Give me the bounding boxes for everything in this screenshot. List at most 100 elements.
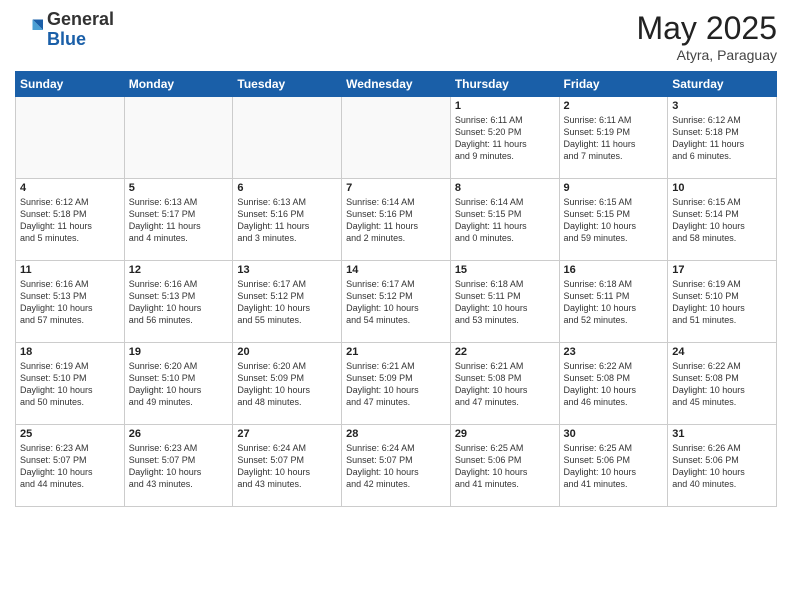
- table-row: 22 Sunrise: 6:21 AM Sunset: 5:08 PM Dayli…: [450, 343, 559, 425]
- cell-info: Sunrise: 6:19 AM Sunset: 5:10 PM Dayligh…: [672, 278, 772, 327]
- col-monday: Monday: [124, 72, 233, 97]
- cell-info: Sunrise: 6:13 AM Sunset: 5:17 PM Dayligh…: [129, 196, 229, 245]
- logo-text: General Blue: [47, 10, 114, 50]
- table-row: 2Sunrise: 6:11 AM Sunset: 5:19 PM Daylig…: [559, 97, 668, 179]
- table-row: 31 Sunrise: 6:26 AM Sunset: 5:06 PM Dayli…: [668, 425, 777, 507]
- table-row: 13 Sunrise: 6:17 AM Sunset: 5:12 PM Dayli…: [233, 261, 342, 343]
- logo-icon: [15, 16, 43, 44]
- table-row: [233, 97, 342, 179]
- col-friday: Friday: [559, 72, 668, 97]
- cell-info: Sunrise: 6:14 AM Sunset: 5:15 PM Dayligh…: [455, 196, 555, 245]
- table-row: 17 Sunrise: 6:19 AM Sunset: 5:10 PM Dayli…: [668, 261, 777, 343]
- day-number: 6: [237, 182, 337, 194]
- table-row: 16Sunrise: 6:18 AM Sunset: 5:11 PM Dayli…: [559, 261, 668, 343]
- day-number: 3: [672, 100, 772, 112]
- table-row: 29Sunrise: 6:25 AM Sunset: 5:06 PM Dayli…: [450, 425, 559, 507]
- cell-info: Sunrise: 6:17 AM Sunset: 5:12 PM Dayligh…: [346, 278, 446, 327]
- cell-info: Sunrise: 6:21 AM Sunset: 5:08 PM Dayligh…: [455, 360, 555, 409]
- table-row: 11 Sunrise: 6:16 AM Sunset: 5:13 PM Dayli…: [16, 261, 125, 343]
- day-number: 5: [129, 182, 229, 194]
- calendar-week-4: 18 Sunrise: 6:19 AM Sunset: 5:10 PM Dayli…: [16, 343, 777, 425]
- cell-info: Sunrise: 6:23 AM Sunset: 5:07 PM Dayligh…: [20, 442, 120, 491]
- day-number: 24: [672, 346, 772, 358]
- col-wednesday: Wednesday: [342, 72, 451, 97]
- day-number: 16: [564, 264, 664, 276]
- calendar-week-1: 1Sunrise: 6:11 AM Sunset: 5:20 PM Daylig…: [16, 97, 777, 179]
- table-row: 12 Sunrise: 6:16 AM Sunset: 5:13 PM Dayli…: [124, 261, 233, 343]
- cell-info: Sunrise: 6:12 AM Sunset: 5:18 PM Dayligh…: [20, 196, 120, 245]
- logo: General Blue: [15, 10, 114, 50]
- day-number: 4: [20, 182, 120, 194]
- table-row: 24 Sunrise: 6:22 AM Sunset: 5:08 PM Dayli…: [668, 343, 777, 425]
- day-number: 17: [672, 264, 772, 276]
- cell-info: Sunrise: 6:25 AM Sunset: 5:06 PM Dayligh…: [455, 442, 555, 491]
- cell-info: Sunrise: 6:14 AM Sunset: 5:16 PM Dayligh…: [346, 196, 446, 245]
- table-row: 8 Sunrise: 6:14 AM Sunset: 5:15 PM Daylig…: [450, 179, 559, 261]
- day-number: 18: [20, 346, 120, 358]
- day-number: 2: [564, 100, 664, 112]
- cell-info: Sunrise: 6:16 AM Sunset: 5:13 PM Dayligh…: [20, 278, 120, 327]
- cell-info: Sunrise: 6:22 AM Sunset: 5:08 PM Dayligh…: [672, 360, 772, 409]
- cell-info: Sunrise: 6:16 AM Sunset: 5:13 PM Dayligh…: [129, 278, 229, 327]
- calendar-week-5: 25 Sunrise: 6:23 AM Sunset: 5:07 PM Dayli…: [16, 425, 777, 507]
- day-number: 31: [672, 428, 772, 440]
- day-number: 19: [129, 346, 229, 358]
- table-row: 15Sunrise: 6:18 AM Sunset: 5:11 PM Dayli…: [450, 261, 559, 343]
- day-number: 20: [237, 346, 337, 358]
- day-number: 25: [20, 428, 120, 440]
- table-row: [16, 97, 125, 179]
- table-row: 1Sunrise: 6:11 AM Sunset: 5:20 PM Daylig…: [450, 97, 559, 179]
- table-row: 28Sunrise: 6:24 AM Sunset: 5:07 PM Dayli…: [342, 425, 451, 507]
- table-row: 26Sunrise: 6:23 AM Sunset: 5:07 PM Dayli…: [124, 425, 233, 507]
- cell-info: Sunrise: 6:17 AM Sunset: 5:12 PM Dayligh…: [237, 278, 337, 327]
- col-tuesday: Tuesday: [233, 72, 342, 97]
- table-row: 30 Sunrise: 6:25 AM Sunset: 5:06 PM Dayli…: [559, 425, 668, 507]
- cell-info: Sunrise: 6:20 AM Sunset: 5:10 PM Dayligh…: [129, 360, 229, 409]
- cell-info: Sunrise: 6:15 AM Sunset: 5:14 PM Dayligh…: [672, 196, 772, 245]
- day-number: 26: [129, 428, 229, 440]
- cell-info: Sunrise: 6:12 AM Sunset: 5:18 PM Dayligh…: [672, 114, 772, 163]
- col-saturday: Saturday: [668, 72, 777, 97]
- table-row: 23Sunrise: 6:22 AM Sunset: 5:08 PM Dayli…: [559, 343, 668, 425]
- table-row: 14Sunrise: 6:17 AM Sunset: 5:12 PM Dayli…: [342, 261, 451, 343]
- table-row: [342, 97, 451, 179]
- cell-info: Sunrise: 6:13 AM Sunset: 5:16 PM Dayligh…: [237, 196, 337, 245]
- day-number: 30: [564, 428, 664, 440]
- day-number: 11: [20, 264, 120, 276]
- calendar-header-row: Sunday Monday Tuesday Wednesday Thursday…: [16, 72, 777, 97]
- day-number: 23: [564, 346, 664, 358]
- day-number: 9: [564, 182, 664, 194]
- cell-info: Sunrise: 6:24 AM Sunset: 5:07 PM Dayligh…: [346, 442, 446, 491]
- day-number: 21: [346, 346, 446, 358]
- cell-info: Sunrise: 6:18 AM Sunset: 5:11 PM Dayligh…: [455, 278, 555, 327]
- table-row: 21 Sunrise: 6:21 AM Sunset: 5:09 PM Dayli…: [342, 343, 451, 425]
- day-number: 22: [455, 346, 555, 358]
- table-row: 25 Sunrise: 6:23 AM Sunset: 5:07 PM Dayli…: [16, 425, 125, 507]
- table-row: 18 Sunrise: 6:19 AM Sunset: 5:10 PM Dayli…: [16, 343, 125, 425]
- table-row: [124, 97, 233, 179]
- location: Atyra, Paraguay: [636, 47, 777, 63]
- cell-info: Sunrise: 6:19 AM Sunset: 5:10 PM Dayligh…: [20, 360, 120, 409]
- col-sunday: Sunday: [16, 72, 125, 97]
- day-number: 13: [237, 264, 337, 276]
- calendar-week-3: 11 Sunrise: 6:16 AM Sunset: 5:13 PM Dayli…: [16, 261, 777, 343]
- cell-info: Sunrise: 6:21 AM Sunset: 5:09 PM Dayligh…: [346, 360, 446, 409]
- logo-blue: Blue: [47, 29, 86, 49]
- table-row: 4 Sunrise: 6:12 AM Sunset: 5:18 PM Daylig…: [16, 179, 125, 261]
- day-number: 8: [455, 182, 555, 194]
- day-number: 12: [129, 264, 229, 276]
- month-title: May 2025: [636, 10, 777, 47]
- table-row: 9Sunrise: 6:15 AM Sunset: 5:15 PM Daylig…: [559, 179, 668, 261]
- cell-info: Sunrise: 6:26 AM Sunset: 5:06 PM Dayligh…: [672, 442, 772, 491]
- table-row: 3 Sunrise: 6:12 AM Sunset: 5:18 PM Daylig…: [668, 97, 777, 179]
- calendar: Sunday Monday Tuesday Wednesday Thursday…: [15, 71, 777, 507]
- day-number: 7: [346, 182, 446, 194]
- table-row: 19 Sunrise: 6:20 AM Sunset: 5:10 PM Dayli…: [124, 343, 233, 425]
- table-row: 6 Sunrise: 6:13 AM Sunset: 5:16 PM Daylig…: [233, 179, 342, 261]
- cell-info: Sunrise: 6:24 AM Sunset: 5:07 PM Dayligh…: [237, 442, 337, 491]
- cell-info: Sunrise: 6:25 AM Sunset: 5:06 PM Dayligh…: [564, 442, 664, 491]
- page: General Blue May 2025 Atyra, Paraguay Su…: [0, 0, 792, 612]
- day-number: 10: [672, 182, 772, 194]
- table-row: 27Sunrise: 6:24 AM Sunset: 5:07 PM Dayli…: [233, 425, 342, 507]
- table-row: 10 Sunrise: 6:15 AM Sunset: 5:14 PM Dayli…: [668, 179, 777, 261]
